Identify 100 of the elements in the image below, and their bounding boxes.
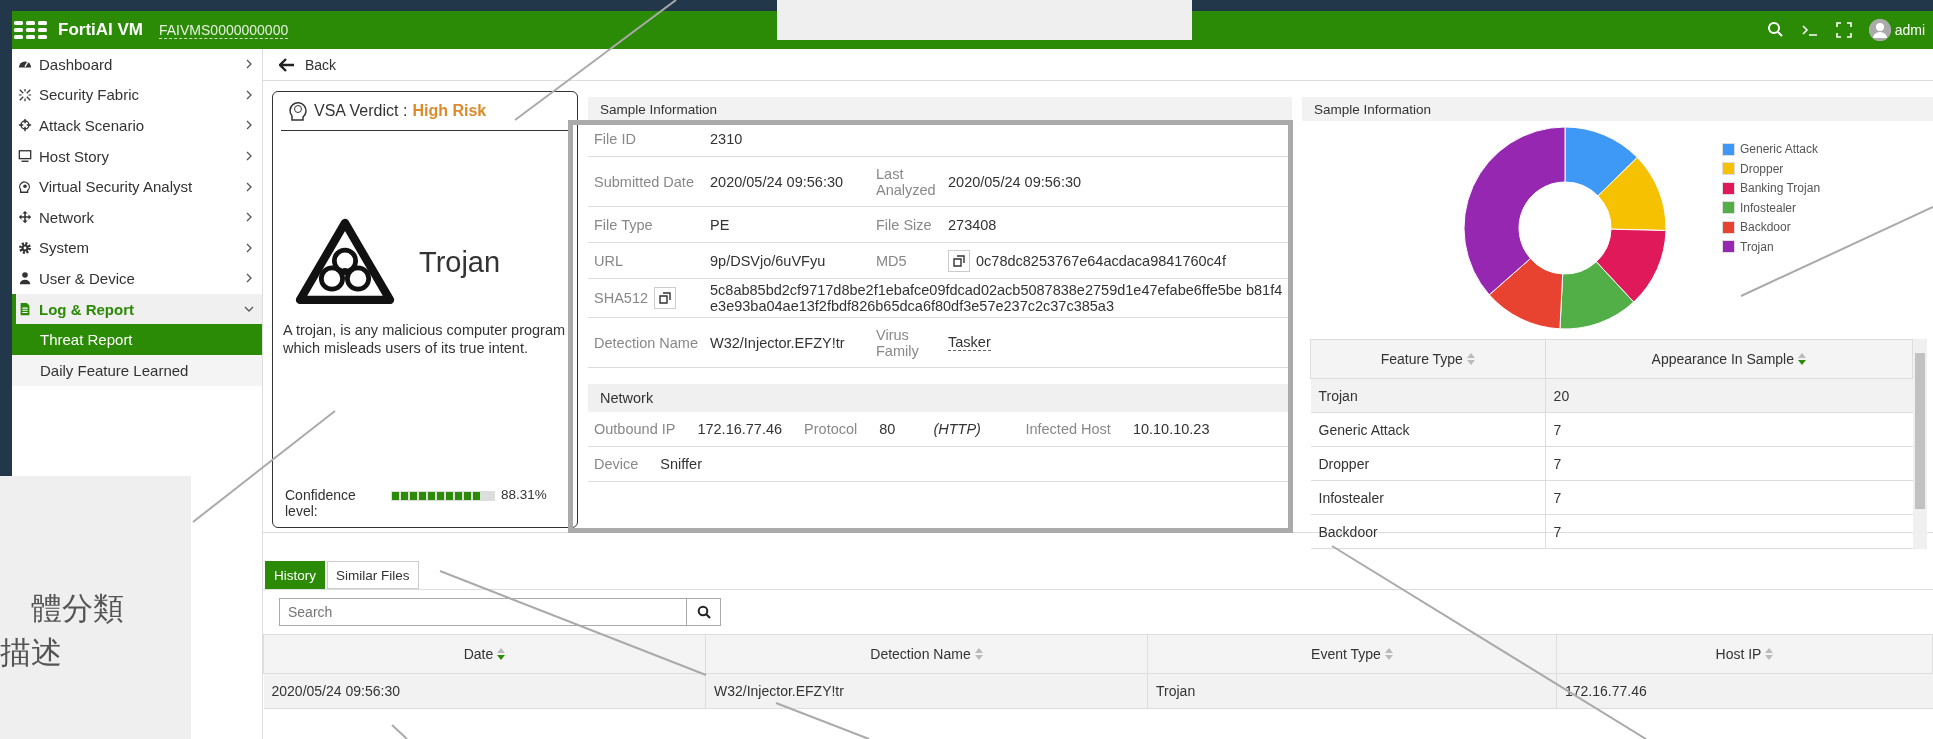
annotation-text: 體分類 xyxy=(30,590,124,628)
field-value: 2020/05/24 09:56:30 xyxy=(710,173,844,190)
user-icon xyxy=(18,271,32,286)
field-label: Last Analyzed xyxy=(876,165,937,198)
field-value: Sniffer xyxy=(660,456,702,472)
table-cell: Backdoor xyxy=(1310,514,1546,549)
verdict-value: High Risk xyxy=(412,102,487,120)
scrollbar[interactable] xyxy=(1913,339,1927,549)
field-value: PE xyxy=(710,216,730,233)
field-label: File Type xyxy=(594,216,654,233)
confidence-value: 88.31% xyxy=(501,487,547,502)
field-label: File Size xyxy=(876,216,933,233)
brain-head-icon xyxy=(287,100,309,122)
legend-label: Infostealer xyxy=(1740,200,1797,215)
virus-family-link[interactable]: Tasker xyxy=(948,334,991,351)
search-icon[interactable] xyxy=(1766,21,1785,39)
burst-icon xyxy=(18,87,32,102)
chevron-icon xyxy=(244,242,254,253)
fullscreen-icon[interactable] xyxy=(1834,21,1853,39)
sort-icon[interactable] xyxy=(497,648,506,660)
product-name: FortiAI VM xyxy=(58,20,143,40)
table-cell: Trojan xyxy=(1147,673,1557,709)
tab[interactable]: History xyxy=(265,561,325,589)
user-name[interactable]: admi xyxy=(1894,22,1925,38)
legend-label: Trojan xyxy=(1740,239,1774,254)
monitor-icon xyxy=(18,149,32,164)
avatar-icon[interactable] xyxy=(1868,19,1891,41)
field-label: Protocol xyxy=(804,421,858,437)
field-label: Virus Family xyxy=(876,326,920,359)
table-cell: 172.16.77.46 xyxy=(1556,673,1933,709)
field-label: Submitted Date xyxy=(594,173,695,190)
chevron-icon xyxy=(244,181,254,192)
field-label: Device xyxy=(594,456,639,472)
table-cell: Trojan xyxy=(1310,378,1546,413)
sidebar-item[interactable]: System xyxy=(12,232,262,264)
sidebar-item[interactable]: Network xyxy=(12,201,262,233)
sidebar-subitem[interactable]: Threat Report xyxy=(12,324,262,355)
column-header[interactable]: Appearance In Sample xyxy=(1545,339,1913,379)
leader-line xyxy=(391,724,408,739)
sidebar-item[interactable]: Log & Report xyxy=(12,293,262,325)
chevron-icon xyxy=(244,59,254,70)
table-cell: 7 xyxy=(1545,412,1913,447)
category-description: A trojan, is any malicious computer program which misleads users of its true intent. xyxy=(283,321,567,358)
field-value: 10.10.10.23 xyxy=(1132,421,1210,437)
chevron-icon xyxy=(244,212,254,223)
document-icon xyxy=(18,302,32,317)
table-cell: Infostealer xyxy=(1310,480,1546,515)
section-header: Sample Information xyxy=(1302,97,1933,121)
serial-number[interactable]: FAIVMS0000000000 xyxy=(159,21,289,39)
copy-icon[interactable] xyxy=(948,249,970,272)
verdict-label: VSA Verdict : xyxy=(314,102,408,120)
field-label: URL xyxy=(594,252,624,269)
legend-label: Dropper xyxy=(1740,161,1784,176)
column-header[interactable]: Detection Name xyxy=(705,634,1148,674)
sidebar-subitem[interactable]: Daily Feature Learned xyxy=(12,354,262,386)
head-icon xyxy=(18,179,32,194)
field-label: Detection Name xyxy=(594,334,699,351)
sidebar-item[interactable]: Host Story xyxy=(12,140,262,172)
field-value: 80 xyxy=(879,421,896,437)
field-value: 273408 xyxy=(948,216,997,233)
table-cell: Dropper xyxy=(1310,446,1546,481)
chevron-icon xyxy=(244,89,254,100)
sidebar-item[interactable]: Dashboard xyxy=(12,49,262,80)
chevron-icon xyxy=(244,120,254,131)
gear-icon xyxy=(18,240,32,255)
chevron-icon xyxy=(244,273,254,284)
field-value: 2020/05/24 09:56:30 xyxy=(948,173,1082,190)
field-value: 172.16.77.46 xyxy=(697,421,783,437)
back-button[interactable]: Back xyxy=(279,56,337,73)
column-header[interactable]: Host IP xyxy=(1556,634,1933,674)
copy-icon[interactable] xyxy=(654,287,676,309)
arrow-left-icon xyxy=(279,57,295,72)
search-icon xyxy=(696,605,711,619)
legend-label: Banking Trojan xyxy=(1740,181,1821,196)
table-cell: 7 xyxy=(1545,514,1913,549)
sort-icon[interactable] xyxy=(1798,353,1806,365)
sidebar-item[interactable]: Security Fabric xyxy=(12,79,262,111)
field-value: 5c8ab85bd2cf9717d8be2f1ebafce09fdcad02acb5087838e2759d1e47efabe6ffe5be b81f4e3e93ba04ae13f2fbdf826b65dca6f80df3e57e237c2c37c385a3 xyxy=(710,282,1284,314)
sidebar-item[interactable]: Attack Scenario xyxy=(12,110,262,141)
column-header[interactable]: Event Type xyxy=(1147,634,1557,674)
biohazard-icon xyxy=(295,217,395,307)
legend-label: Generic Attack xyxy=(1740,142,1819,157)
table-cell: 7 xyxy=(1545,480,1913,515)
search-button[interactable] xyxy=(687,598,721,626)
search-field[interactable]: Search xyxy=(279,598,687,626)
sidebar-item[interactable]: Virtual Security Analyst xyxy=(12,171,262,202)
field-label: File ID xyxy=(594,130,637,147)
table-cell: Generic Attack xyxy=(1310,412,1546,447)
column-header[interactable]: Feature Type xyxy=(1310,339,1546,379)
field-value: 0c78dc8253767e64acdaca9841760c4f xyxy=(976,252,1226,269)
table-cell: 2020/05/24 09:56:30 xyxy=(263,673,706,709)
move-arrows-icon xyxy=(18,210,32,225)
section-header: Sample Information xyxy=(588,97,1292,121)
field-note: (HTTP) xyxy=(933,421,982,437)
table-cell: 20 xyxy=(1545,378,1913,413)
category-name: Trojan xyxy=(419,245,501,279)
sidebar-item[interactable]: User & Device xyxy=(12,263,262,294)
tab[interactable]: Similar Files xyxy=(327,561,419,589)
field-label: Outbound IP xyxy=(594,421,676,437)
column-header[interactable]: Date xyxy=(263,634,706,674)
